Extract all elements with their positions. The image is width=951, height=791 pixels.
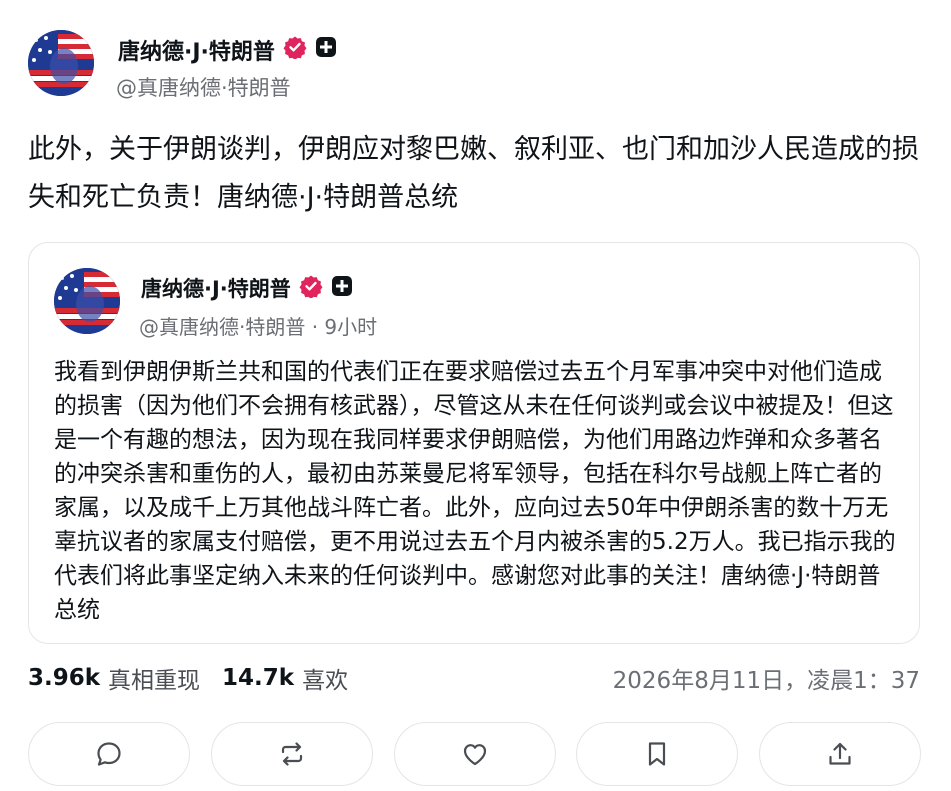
post-stats: 3.96k 真相重现 14.7k 喜欢 2026年8月11日，凌晨1：37 (28, 660, 920, 696)
quoted-author-name-text: 唐纳德·J·特朗普 (141, 277, 291, 301)
share-button[interactable] (759, 722, 921, 786)
action-bar (28, 722, 921, 786)
repost-button[interactable] (210, 722, 373, 786)
plus-badge-icon (315, 36, 337, 64)
reply-button[interactable] (28, 722, 190, 786)
flag-portrait-avatar-image (28, 30, 94, 96)
repost-icon (281, 742, 302, 766)
quoted-post-card[interactable]: 唐纳德·J·特朗普 @真唐纳德·特朗普 · 9小时 我看到伊朗伊斯兰共和国的代表… (28, 242, 920, 644)
reply-icon (97, 742, 121, 766)
like-button[interactable] (393, 722, 556, 786)
flag-portrait-avatar-image (54, 268, 120, 334)
quoted-post-text: 我看到伊朗伊斯兰共和国的代表们正在要求赔偿过去五个月军事冲突中对他们造成的损害（… (54, 359, 896, 623)
author-name-text: 唐纳德·J·特朗普 (118, 40, 275, 65)
quoted-author-name[interactable]: 唐纳德·J·特朗普 (141, 273, 353, 303)
heart-icon (463, 744, 486, 766)
bookmark-icon (649, 742, 666, 766)
likes-label[interactable]: 喜欢 (302, 661, 348, 695)
retruths-count[interactable]: 3.96k (28, 665, 100, 691)
share-icon (829, 742, 851, 765)
author-handle[interactable]: @真唐纳德·特朗普 (116, 72, 291, 102)
plus-badge-icon (331, 275, 353, 302)
verified-badge-icon (299, 274, 323, 303)
bookmark-button[interactable] (576, 722, 739, 786)
verified-badge-icon (283, 35, 307, 65)
post-text: 此外，关于伊朗谈判，伊朗应对黎巴嫩、叙利亚、也门和加沙人民造成的损失和死亡负责！… (28, 134, 919, 213)
post-timestamp: 2026年8月11日，凌晨1：37 (612, 668, 920, 694)
likes-count[interactable]: 14.7k (222, 665, 294, 691)
quoted-handle-time[interactable]: @真唐纳德·特朗普 · 9小时 (139, 311, 377, 340)
author-avatar[interactable] (28, 30, 94, 96)
author-name[interactable]: 唐纳德·J·特朗普 (118, 34, 337, 66)
retruths-label[interactable]: 真相重现 (108, 661, 200, 695)
quoted-author-avatar[interactable] (54, 268, 120, 334)
